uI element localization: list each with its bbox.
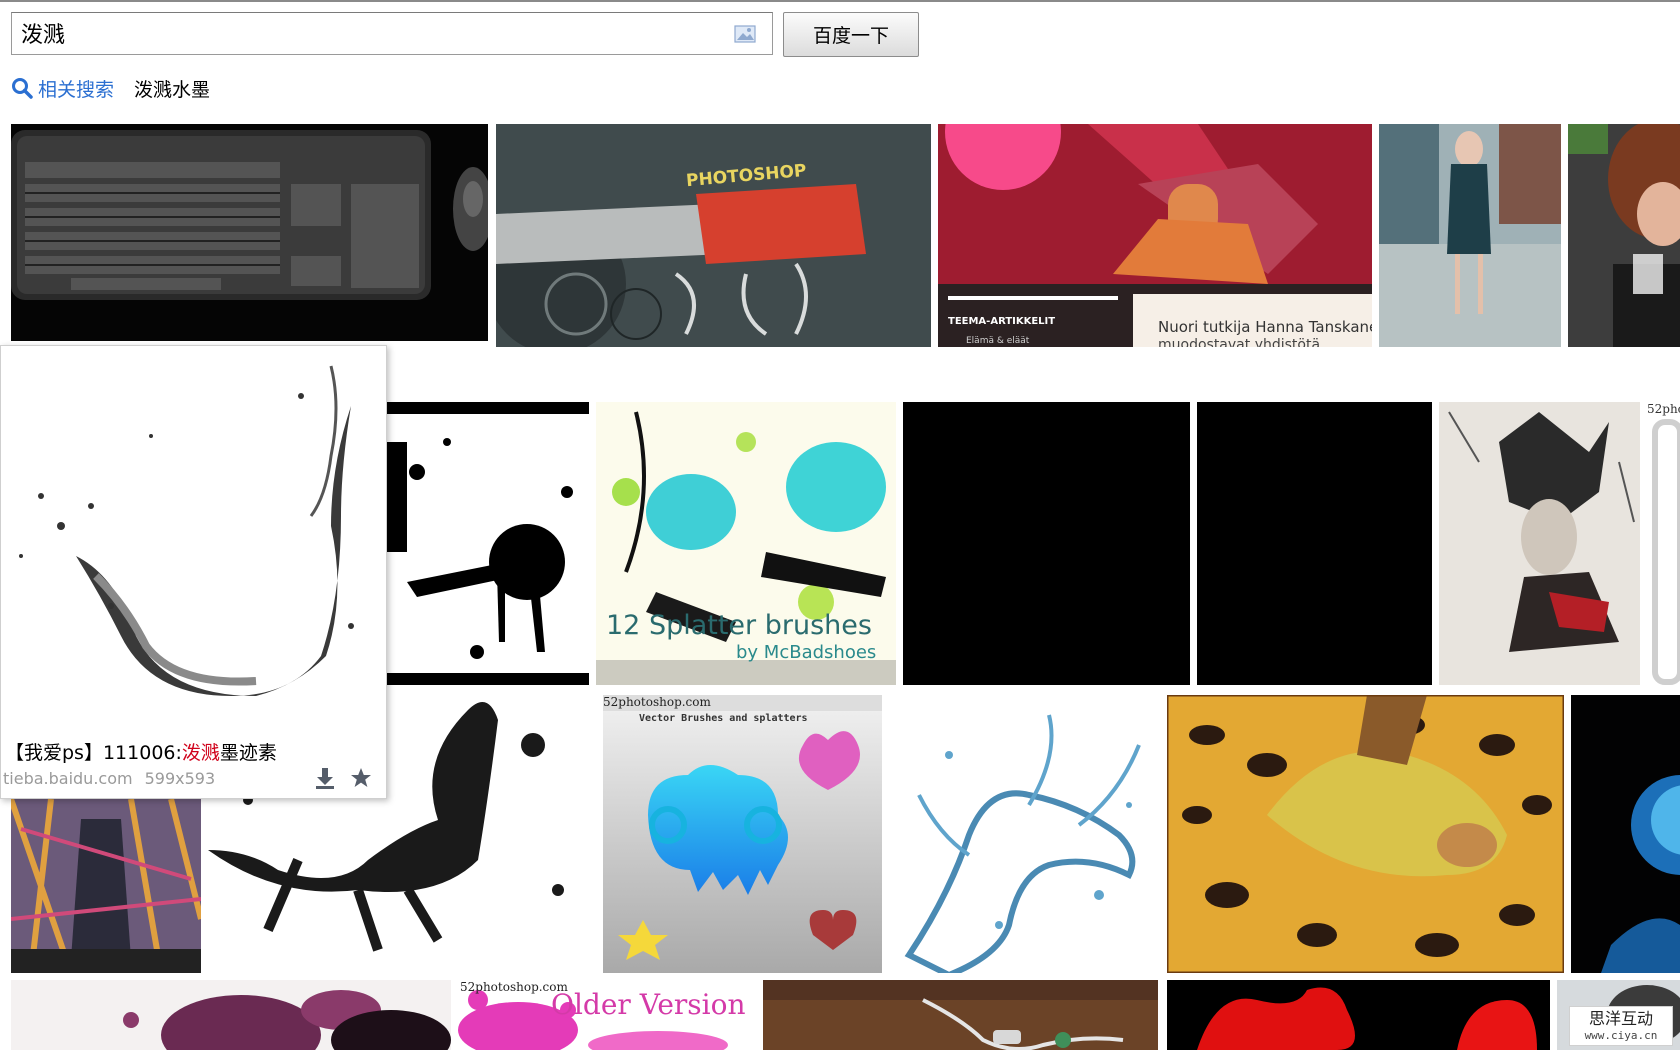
vector-brushes-image bbox=[603, 695, 882, 973]
water-splash-image bbox=[889, 695, 1160, 973]
hover-card-source[interactable]: tieba.baidu.com bbox=[3, 769, 133, 788]
elama-label: Elämä & eläät bbox=[966, 336, 1030, 346]
image-result-splatter-brushes[interactable]: 12 Splatter brushes by McBadshoes bbox=[596, 402, 896, 685]
cable-image bbox=[763, 980, 1158, 1050]
search-icon bbox=[12, 78, 33, 99]
image-result-art-portrait[interactable] bbox=[1439, 402, 1640, 685]
leopard-art-image bbox=[1167, 695, 1564, 973]
image-result-vector-brushes[interactable]: 52photoshop.com Vector Brushes and splat… bbox=[603, 695, 882, 973]
image-result-keyboard[interactable] bbox=[11, 124, 488, 341]
favorite-star-icon[interactable] bbox=[350, 767, 372, 789]
top-border bbox=[0, 0, 1680, 2]
blue-globe-image bbox=[1571, 695, 1680, 973]
ink-splatter-image bbox=[387, 402, 589, 685]
related-search-link[interactable]: 泼溅水墨 bbox=[134, 75, 210, 102]
image-search-icon[interactable] bbox=[734, 25, 756, 43]
photoshop-text-image bbox=[496, 124, 931, 347]
download-icon[interactable] bbox=[315, 767, 335, 789]
purple-ink-image bbox=[11, 980, 451, 1050]
splatter-author: by McBadshoes bbox=[736, 642, 877, 663]
hover-title-prefix: 【我爱ps】111006: bbox=[5, 742, 182, 764]
image-result-black-2[interactable] bbox=[1197, 402, 1432, 685]
watermark-logo: 思洋互动 www.ciya.cn bbox=[1569, 1006, 1673, 1046]
comic-image bbox=[938, 124, 1372, 347]
teema-label: TEEMA-ARTIKKELIT bbox=[948, 316, 1056, 327]
partial-frame-image bbox=[1652, 419, 1680, 685]
image-result-ink-splatter-bw[interactable] bbox=[387, 402, 589, 685]
watermark-cn: 思洋互动 bbox=[1588, 1009, 1653, 1028]
vector-brushes-title: Vector Brushes and splatters bbox=[639, 713, 808, 724]
image-result-woman-dress[interactable] bbox=[1379, 124, 1561, 347]
woman-partial-photo bbox=[1568, 124, 1680, 347]
image-result-older-version[interactable]: 52photoshop.com Older Version bbox=[458, 980, 756, 1050]
image-result-purple-ink[interactable] bbox=[11, 980, 451, 1050]
red-liquid-image bbox=[1167, 980, 1550, 1050]
ink-splash-preview bbox=[1, 346, 386, 736]
image-result-water-splash[interactable] bbox=[889, 695, 1160, 973]
art-portrait-image bbox=[1439, 402, 1640, 685]
hover-title-highlight: 泼溅 bbox=[181, 742, 220, 764]
older-version-title: Older Version bbox=[551, 988, 746, 1021]
hover-card-meta: tieba.baidu.com 599x593 bbox=[3, 769, 215, 788]
related-search-label: 相关搜索 bbox=[38, 78, 115, 101]
hover-card-size: 599x593 bbox=[144, 769, 216, 788]
search-button[interactable]: 百度一下 bbox=[783, 12, 919, 57]
search-box[interactable] bbox=[11, 12, 773, 55]
hover-title-suffix: 墨迹素 bbox=[219, 742, 277, 764]
image-result-usb-cable[interactable] bbox=[763, 980, 1158, 1050]
image-result-black-1[interactable] bbox=[903, 402, 1190, 685]
image-result-colored-scratch[interactable] bbox=[11, 799, 201, 973]
image-hover-card[interactable]: 【我爱ps】111006:泼溅墨迹素 tieba.baidu.com 599x59… bbox=[0, 345, 387, 799]
colored-scratch-image bbox=[11, 799, 201, 973]
image-result-leopard-art[interactable] bbox=[1167, 695, 1564, 973]
image-result-red-liquid[interactable] bbox=[1167, 980, 1550, 1050]
watermark-url: www.ciya.cn bbox=[1584, 1029, 1658, 1042]
site-label-52photoshop-1: 52photoshop.com bbox=[603, 695, 711, 709]
image-result-finnish-article[interactable]: TEEMA-ARTIKKELIT Elämä & eläät Nuori tut… bbox=[938, 124, 1372, 347]
finnish-subline: muodostavat yhdistötä bbox=[1158, 337, 1321, 347]
keyboard-image bbox=[11, 124, 488, 341]
splatter-title: 12 Splatter brushes bbox=[606, 610, 872, 641]
woman-photo bbox=[1379, 124, 1561, 347]
image-result-partial-right[interactable]: 52photos bbox=[1647, 402, 1680, 685]
hover-card-title[interactable]: 【我爱ps】111006:泼溅墨迹素 bbox=[5, 738, 277, 765]
image-result-wiggi-rock[interactable]: PHOTOSHOP bbox=[496, 124, 931, 347]
image-result-blue-globe[interactable] bbox=[1571, 695, 1680, 973]
finnish-headline: Nuori tutkija Hanna Tanskane bbox=[1158, 318, 1372, 336]
related-search-bar: 相关搜索 泼溅水墨 bbox=[11, 74, 210, 102]
search-input[interactable] bbox=[21, 20, 721, 46]
site-label-52photos: 52photos bbox=[1647, 402, 1680, 416]
image-result-woman-partial[interactable] bbox=[1568, 124, 1680, 347]
